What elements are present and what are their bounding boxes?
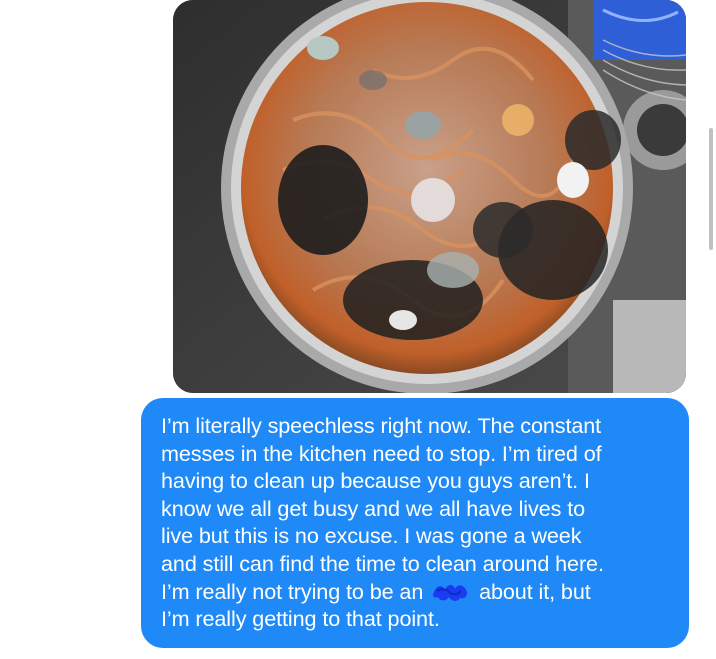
scribble-redaction-icon xyxy=(433,584,468,601)
message-line: live but this is no excuse. I was gone a… xyxy=(161,523,582,549)
message-text: I’m literally speechless right now. The … xyxy=(161,412,671,633)
message-line: having to clean up because you guys aren… xyxy=(161,468,590,494)
message-line-start: I’m really not trying to be an xyxy=(161,578,424,604)
message-line: know we all get busy and we all have liv… xyxy=(161,495,586,521)
message-line: messes in the kitchen need to stop. I’m … xyxy=(161,440,602,466)
message-line: I’m literally speechless right now. The … xyxy=(161,413,602,438)
message-line: and still can find the time to clean aro… xyxy=(161,550,604,576)
message-line-end: about it, but xyxy=(479,578,591,604)
moldy-pot-photo xyxy=(173,0,686,393)
scroll-indicator[interactable] xyxy=(709,128,713,250)
message-line-redacted: I’m really not trying to be an about it,… xyxy=(161,578,671,606)
message-line: I’m really getting to that point. xyxy=(161,606,440,632)
message-thread: I’m literally speechless right now. The … xyxy=(0,0,716,659)
photo-message[interactable] xyxy=(173,0,686,393)
message-bubble[interactable]: I’m literally speechless right now. The … xyxy=(141,398,689,648)
